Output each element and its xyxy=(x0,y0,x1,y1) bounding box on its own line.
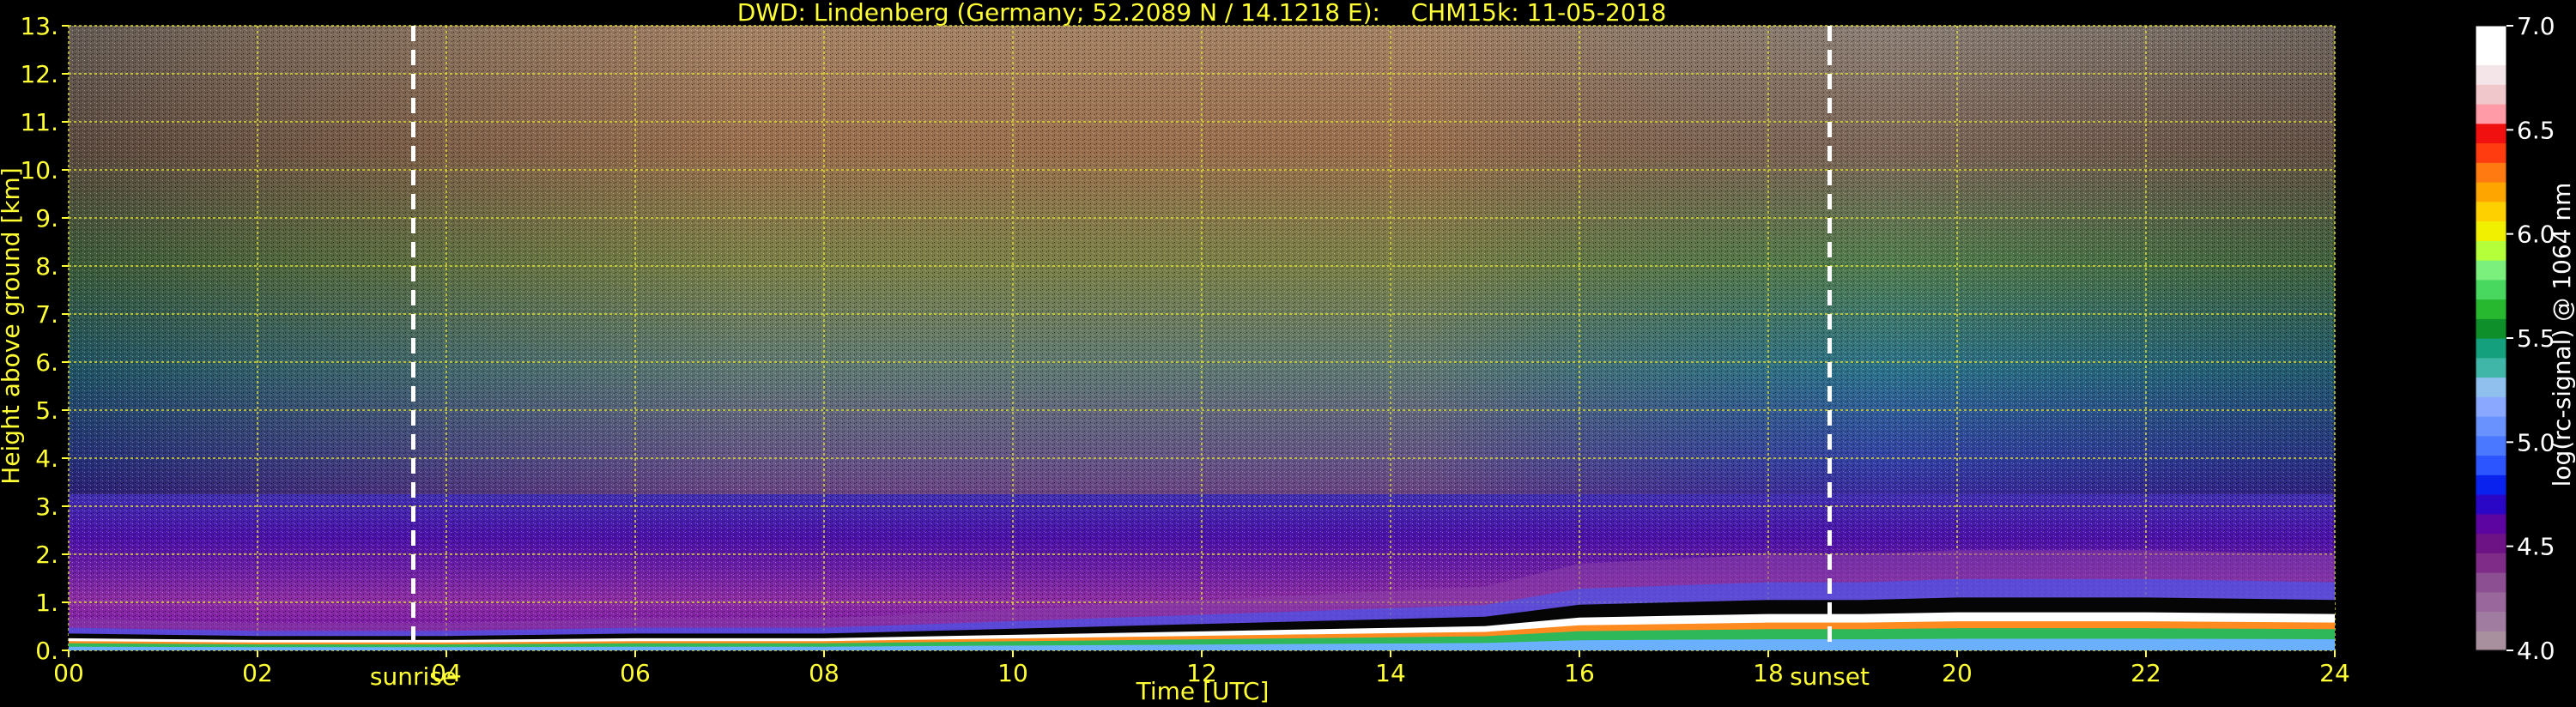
x-tick-label: 22 xyxy=(2131,659,2161,687)
x-tick-label: 06 xyxy=(620,659,651,687)
x-tick-label: 04 xyxy=(431,659,462,687)
colorbar-segment xyxy=(2476,435,2506,456)
colorbar-segment xyxy=(2476,416,2506,437)
colorbar-label: log(rc-signal) @ 1064 nm xyxy=(2548,183,2576,487)
x-tick-label: 24 xyxy=(2319,659,2350,687)
colorbar-segment xyxy=(2476,201,2506,222)
y-tick-label: 3. xyxy=(35,492,58,521)
y-tick-label: 4. xyxy=(35,444,58,473)
x-tick-label: 20 xyxy=(1942,659,1973,687)
colorbar-segment xyxy=(2476,123,2506,144)
colorbar-segment xyxy=(2476,474,2506,495)
colorbar-segment xyxy=(2476,240,2506,261)
colorbar-segment xyxy=(2476,45,2506,66)
colorbar-segment xyxy=(2476,591,2506,613)
colorbar-segment xyxy=(2476,572,2506,593)
y-tick-label: 11. xyxy=(20,108,58,136)
x-tick-label: 10 xyxy=(997,659,1028,687)
y-tick-label: 5. xyxy=(35,396,58,425)
colorbar-segment xyxy=(2476,396,2506,417)
colorbar-segment xyxy=(2476,513,2506,535)
x-axis-label: Time [UTC] xyxy=(1136,677,1270,705)
y-tick-label: 13. xyxy=(20,12,58,40)
colorbar-tick-label: 4.5 xyxy=(2517,533,2555,561)
y-tick-label: 12. xyxy=(20,60,58,88)
colorbar-segment xyxy=(2476,104,2506,124)
colorbar-segment xyxy=(2476,611,2506,631)
y-tick-label: 2. xyxy=(35,541,58,569)
colorbar-segment xyxy=(2476,299,2506,319)
colorbar-segment xyxy=(2476,142,2506,163)
y-axis-label: Height above ground [km] xyxy=(0,167,25,485)
colorbar-segment xyxy=(2476,64,2506,85)
y-tick-label: 9. xyxy=(35,204,58,233)
y-tick-label: 10. xyxy=(20,156,58,184)
colorbar-segment xyxy=(2476,553,2506,573)
colorbar-segment xyxy=(2476,377,2506,397)
chart: sunrise sunset 00 02 04 06 08 10 12 14 16 18 20 22 24… xyxy=(0,12,2576,705)
colorbar: 4.04.55.05.56.06.57.0 xyxy=(2475,12,2555,665)
colorbar-segment xyxy=(2476,357,2506,378)
colorbar-segment xyxy=(2476,318,2506,339)
colorbar-segment xyxy=(2476,221,2506,241)
colorbar-segment xyxy=(2476,494,2506,515)
x-tick-label: 08 xyxy=(809,659,839,687)
y-tick-label: 6. xyxy=(35,348,58,377)
colorbar-tick-label: 6.5 xyxy=(2517,116,2555,144)
colorbar-segment xyxy=(2476,455,2506,475)
colorbar-segment xyxy=(2476,279,2506,300)
x-tick-label: 16 xyxy=(1564,659,1595,687)
colorbar-segment xyxy=(2476,260,2506,281)
colorbar-segment xyxy=(2476,162,2506,183)
y-tick-label: 1. xyxy=(35,589,58,617)
y-tick-label: 8. xyxy=(35,252,58,281)
colorbar-tick-label: 7.0 xyxy=(2517,12,2555,40)
y-tick-label: 7. xyxy=(35,300,58,329)
y-tick-label: 0. xyxy=(35,637,58,665)
y-axis: 0. 1. 2. 3. 4. 5. 6. 7. 8. 9. 10. 11. 12. 13. xyxy=(20,12,69,665)
colorbar-segment xyxy=(2476,338,2506,359)
x-tick-label: 02 xyxy=(242,659,273,687)
colorbar-segment xyxy=(2476,26,2506,46)
colorbar-segment xyxy=(2476,84,2506,105)
colorbar-segment xyxy=(2476,631,2506,651)
colorbar-segment xyxy=(2476,533,2506,553)
sunset-label: sunset xyxy=(1790,662,1870,691)
x-tick-label: 14 xyxy=(1375,659,1406,687)
colorbar-segment xyxy=(2476,182,2506,202)
colorbar-tick-label: 4.0 xyxy=(2517,637,2555,665)
x-tick-label: 18 xyxy=(1753,659,1784,687)
